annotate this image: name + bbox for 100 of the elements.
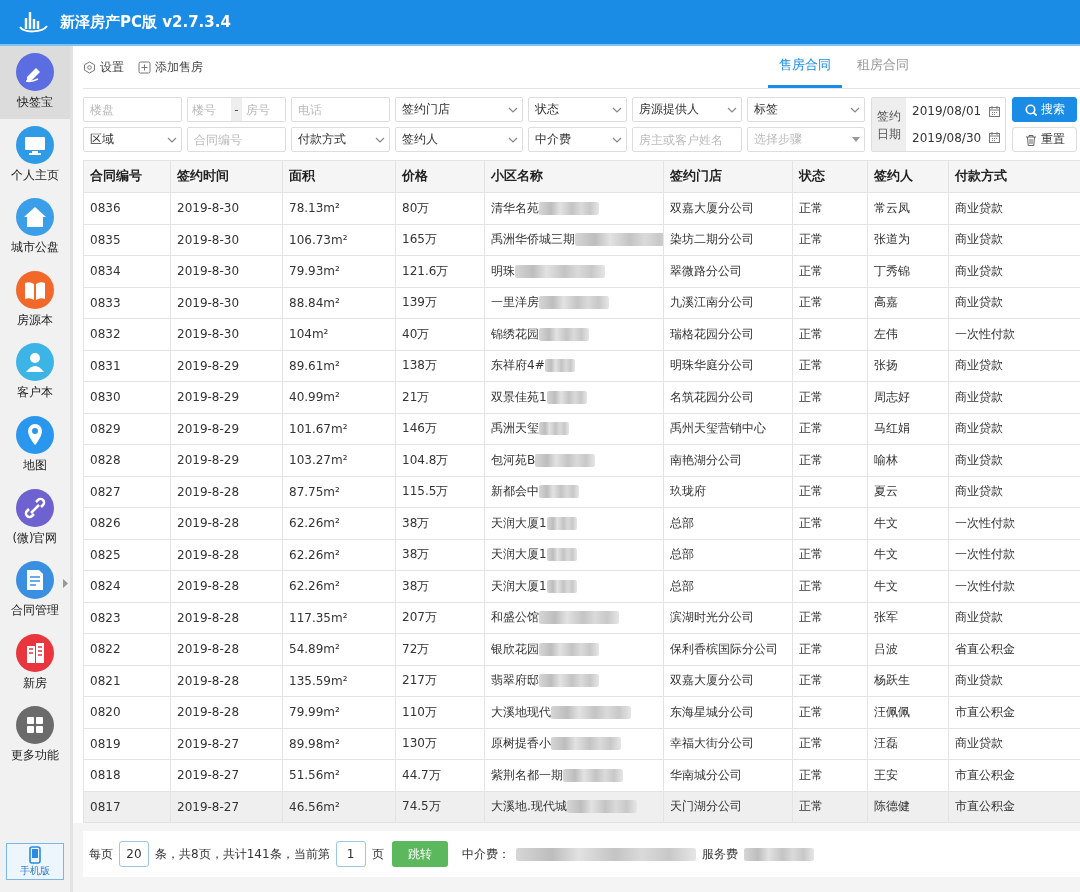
sidebar-item[interactable]: 新房 xyxy=(0,626,70,700)
column-header[interactable]: 签约时间 xyxy=(170,160,283,193)
table-cell: 张扬 xyxy=(867,350,949,382)
search-button[interactable]: 搜索 xyxy=(1012,97,1077,122)
table-cell: 清华名苑 xyxy=(491,200,539,215)
column-header[interactable]: 状态 xyxy=(792,160,868,193)
table-cell: 禹洲天玺 xyxy=(491,421,539,436)
table-cell: 165万 xyxy=(395,224,485,256)
column-header[interactable]: 签约人 xyxy=(867,160,949,193)
input-field[interactable]: 房主或客户姓名 xyxy=(632,127,742,152)
table-cell: 0829 xyxy=(83,413,171,445)
chevron-down-icon xyxy=(508,106,518,113)
sidebar-item[interactable]: 地图 xyxy=(0,408,70,482)
input-field[interactable]: 电话 xyxy=(291,97,390,122)
add-button[interactable]: 添加售房 xyxy=(138,58,203,76)
table-cell: 明珠华庭分公司 xyxy=(663,350,793,382)
table-cell: 玖珑府 xyxy=(663,476,793,508)
table-cell: 新都会中 xyxy=(491,484,539,499)
date-label: 签约日期 xyxy=(872,98,906,151)
table-cell: 一里洋房 xyxy=(491,295,539,310)
table-cell: 2019-8-30 xyxy=(170,287,283,319)
input-field[interactable]: 楼盘 xyxy=(83,97,182,122)
table-cell: 正常 xyxy=(792,665,868,697)
table-cell: 正常 xyxy=(792,444,868,476)
column-header[interactable]: 合同编号 xyxy=(83,160,171,193)
table-cell: 南艳湖分公司 xyxy=(663,444,793,476)
table-cell: 40.99m² xyxy=(282,381,396,413)
sidebar-item[interactable]: 城市公盘 xyxy=(0,191,70,264)
table-cell: 汪佩佩 xyxy=(867,696,949,728)
mobile-version-button[interactable]: 手机版 xyxy=(6,843,64,880)
table-cell: 0836 xyxy=(83,192,171,224)
table-cell: 138万 xyxy=(395,350,485,382)
table-cell: 正常 xyxy=(792,696,868,728)
table-cell: 双嘉大厦分公司 xyxy=(663,665,793,697)
table-cell: 2019-8-29 xyxy=(170,413,283,445)
reset-button[interactable]: 重置 xyxy=(1012,127,1077,152)
page-size-field[interactable]: 20 xyxy=(119,841,149,867)
input-field[interactable]: 房号 xyxy=(241,97,286,122)
table-cell: 正常 xyxy=(792,570,868,602)
dropdown[interactable]: 标签 xyxy=(747,97,865,122)
table-cell: 2019-8-28 xyxy=(170,602,283,634)
table-cell: 正常 xyxy=(792,539,868,571)
sidebar-item[interactable]: 快签宝 xyxy=(0,46,70,119)
table-cell: 106.73m² xyxy=(282,224,396,256)
table-cell: 双嘉大厦分公司 xyxy=(663,192,793,224)
table-cell: 88.84m² xyxy=(282,287,396,319)
table-cell: 天润大厦1 xyxy=(491,515,547,530)
table-cell: 79.99m² xyxy=(282,696,396,728)
pagination-text: 条，共8页，共计141条，当前第 xyxy=(155,845,330,863)
table-cell: 正常 xyxy=(792,224,868,256)
table-cell: 0828 xyxy=(83,444,171,476)
input-field[interactable]: 楼号 xyxy=(187,97,232,122)
sidebar-item[interactable]: (微)官网 xyxy=(0,481,70,555)
sidebar-item[interactable]: 客户本 xyxy=(0,336,70,409)
tab[interactable]: 售房合同 xyxy=(768,46,842,88)
table-cell: 207万 xyxy=(395,602,485,634)
dropdown[interactable]: 签约人 xyxy=(395,127,523,152)
column-header[interactable]: 小区名称 xyxy=(484,160,664,193)
table-cell: 2019-8-30 xyxy=(170,192,283,224)
column-header[interactable]: 付款方式 xyxy=(948,160,1080,193)
table-cell: 正常 xyxy=(792,350,868,382)
page-number-field[interactable]: 1 xyxy=(335,841,366,867)
dropdown[interactable]: 房源提供人 xyxy=(632,97,742,122)
table-cell: 高嘉 xyxy=(867,287,949,319)
dropdown[interactable]: 状态 xyxy=(528,97,627,122)
search-icon xyxy=(1024,103,1037,116)
sidebar-item[interactable]: 房源本 xyxy=(0,263,70,337)
table-cell: 正常 xyxy=(792,791,868,823)
table-cell: 大溪地.现代城 xyxy=(491,799,567,814)
dropdown[interactable]: 区域 xyxy=(83,127,182,152)
table-cell: 2019-8-28 xyxy=(170,633,283,665)
dropdown[interactable]: 签约门店 xyxy=(395,97,523,122)
table-cell: 张道为 xyxy=(867,224,949,256)
table-cell: 常云凤 xyxy=(867,192,949,224)
chevron-down-icon xyxy=(612,136,622,143)
table-cell: 2019-8-29 xyxy=(170,381,283,413)
table-cell: 正常 xyxy=(792,192,868,224)
column-header[interactable]: 价格 xyxy=(395,160,485,193)
sidebar-item[interactable]: 更多功能 xyxy=(0,699,70,772)
table-cell: 染坊二期分公司 xyxy=(663,224,793,256)
sidebar-item[interactable]: 合同管理 xyxy=(0,554,70,627)
date-field[interactable]: 2019/08/01 xyxy=(906,98,1005,124)
settings-button[interactable]: 设置 xyxy=(83,58,124,76)
table-cell: 天门湖分公司 xyxy=(663,791,793,823)
dropdown[interactable]: 付款方式 xyxy=(291,127,390,152)
calendar-icon xyxy=(989,132,1000,144)
table-cell: 双景佳苑1 xyxy=(491,389,547,404)
table-cell: 130万 xyxy=(395,728,485,760)
table-cell: 滨湖时光分公司 xyxy=(663,602,793,634)
table-cell: 0825 xyxy=(83,539,171,571)
column-header[interactable]: 面积 xyxy=(282,160,396,193)
dropdown[interactable]: 中介费 xyxy=(528,127,627,152)
sidebar-item[interactable]: 个人主页 xyxy=(0,118,70,192)
column-header[interactable]: 签约门店 xyxy=(663,160,793,193)
table-cell: 110万 xyxy=(395,696,485,728)
table-cell: 0830 xyxy=(83,381,171,413)
date-field[interactable]: 2019/08/30 xyxy=(906,125,1005,151)
input-field[interactable]: 合同编号 xyxy=(187,127,286,152)
dash-separator: - xyxy=(231,97,242,122)
table-cell: 华南城分公司 xyxy=(663,759,793,791)
